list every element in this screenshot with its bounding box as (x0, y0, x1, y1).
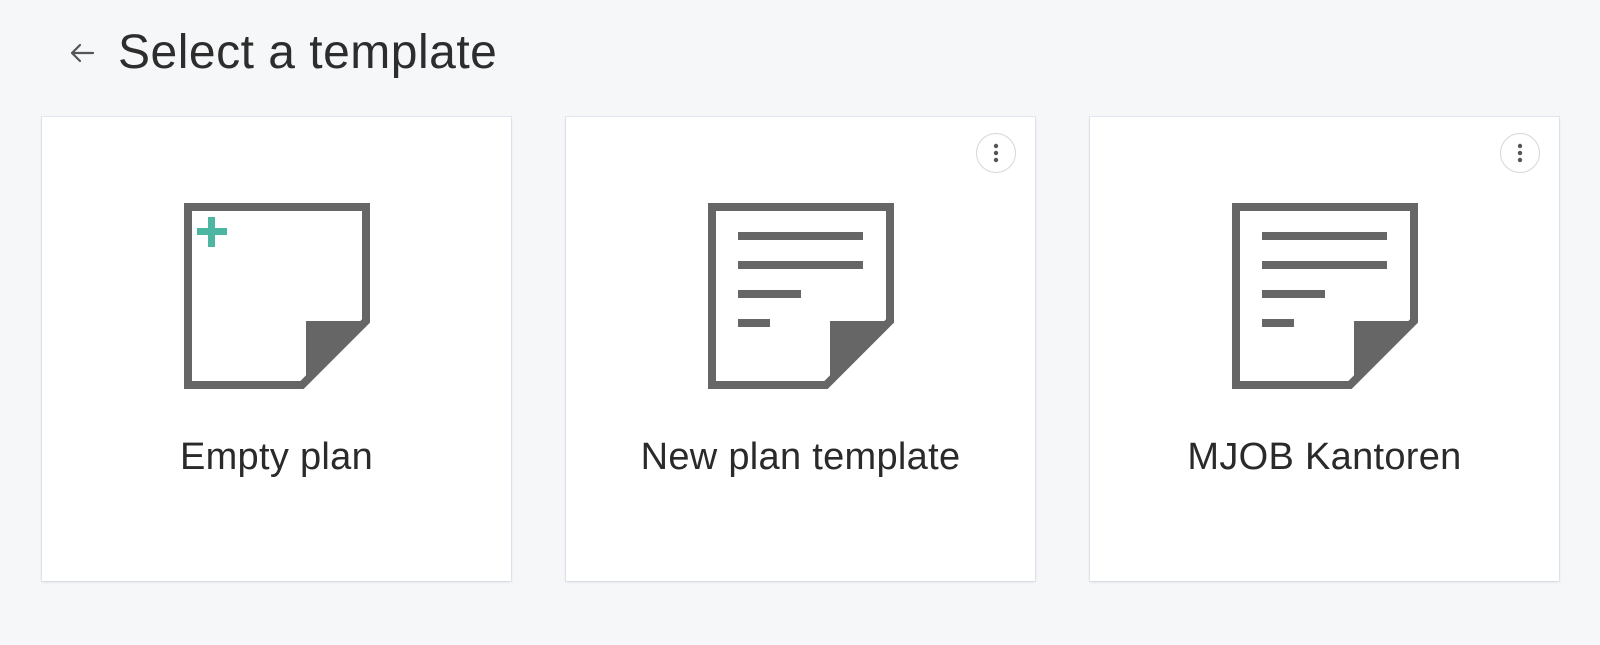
page-title: Select a template (118, 26, 498, 79)
template-list: Empty plan New plan template MJOB Kantor… (42, 117, 1559, 581)
arrow-left-icon (70, 43, 95, 63)
template-card-mjob-kantoren[interactable]: MJOB Kantoren (1090, 117, 1559, 581)
empty-document-plus-icon (183, 203, 370, 389)
more-vertical-icon (1517, 143, 1523, 163)
more-vertical-icon (993, 143, 999, 163)
document-lines-icon (707, 203, 894, 389)
template-label: New plan template (640, 436, 961, 478)
back-button[interactable] (60, 31, 104, 75)
template-card-empty-plan[interactable]: Empty plan (42, 117, 511, 581)
template-label: MJOB Kantoren (1187, 436, 1462, 478)
document-lines-icon (1231, 203, 1418, 389)
more-options-button[interactable] (1500, 133, 1540, 173)
template-label: Empty plan (179, 436, 374, 478)
page-header: Select a template (60, 22, 497, 84)
more-options-button[interactable] (976, 133, 1016, 173)
template-card-new-plan-template[interactable]: New plan template (566, 117, 1035, 581)
